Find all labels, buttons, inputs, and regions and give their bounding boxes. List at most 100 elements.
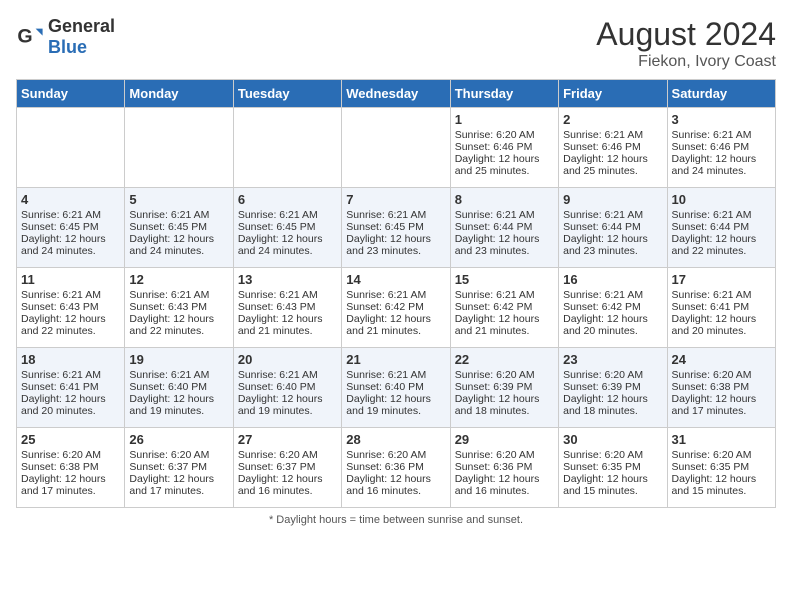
day-info-line: Sunset: 6:39 PM: [563, 381, 662, 393]
day-number: 24: [672, 352, 771, 367]
day-info-line: and 22 minutes.: [672, 245, 771, 257]
calendar-cell: 12Sunrise: 6:21 AMSunset: 6:43 PMDayligh…: [125, 268, 233, 348]
day-info-line: Daylight: 12 hours: [672, 473, 771, 485]
day-info-line: Sunset: 6:42 PM: [346, 301, 445, 313]
day-info-line: Sunrise: 6:21 AM: [672, 209, 771, 221]
day-number: 27: [238, 432, 337, 447]
day-info-line: Daylight: 12 hours: [21, 393, 120, 405]
logo: G General Blue: [16, 16, 115, 58]
day-number: 8: [455, 192, 554, 207]
day-info-line: and 18 minutes.: [455, 405, 554, 417]
day-info-line: Daylight: 12 hours: [346, 233, 445, 245]
calendar-cell: 5Sunrise: 6:21 AMSunset: 6:45 PMDaylight…: [125, 188, 233, 268]
day-info-line: Daylight: 12 hours: [21, 233, 120, 245]
calendar-cell: 21Sunrise: 6:21 AMSunset: 6:40 PMDayligh…: [342, 348, 450, 428]
day-info-line: Daylight: 12 hours: [563, 313, 662, 325]
calendar-cell: [233, 108, 341, 188]
calendar-table: SundayMondayTuesdayWednesdayThursdayFrid…: [16, 79, 776, 508]
calendar-cell: [17, 108, 125, 188]
calendar-cell: 3Sunrise: 6:21 AMSunset: 6:46 PMDaylight…: [667, 108, 775, 188]
day-info-line: and 19 minutes.: [346, 405, 445, 417]
day-info-line: Sunset: 6:38 PM: [672, 381, 771, 393]
day-info-line: Sunrise: 6:20 AM: [455, 369, 554, 381]
day-info-line: Sunrise: 6:21 AM: [672, 129, 771, 141]
day-info-line: Sunrise: 6:21 AM: [346, 289, 445, 301]
col-header-wednesday: Wednesday: [342, 80, 450, 108]
day-info-line: Sunset: 6:46 PM: [563, 141, 662, 153]
day-info-line: Daylight: 12 hours: [672, 153, 771, 165]
day-info-line: Daylight: 12 hours: [21, 473, 120, 485]
day-info-line: Sunrise: 6:21 AM: [21, 289, 120, 301]
day-info-line: Daylight: 12 hours: [455, 473, 554, 485]
day-number: 6: [238, 192, 337, 207]
day-info-line: Sunrise: 6:21 AM: [21, 209, 120, 221]
day-number: 21: [346, 352, 445, 367]
calendar-cell: 28Sunrise: 6:20 AMSunset: 6:36 PMDayligh…: [342, 428, 450, 508]
day-info-line: Daylight: 12 hours: [672, 233, 771, 245]
day-info-line: Sunrise: 6:20 AM: [346, 449, 445, 461]
day-info-line: Daylight: 12 hours: [238, 233, 337, 245]
day-number: 22: [455, 352, 554, 367]
day-info-line: Sunrise: 6:21 AM: [129, 369, 228, 381]
calendar-cell: 6 Sunrise: 6:21 AMSunset: 6:45 PMDaylight…: [233, 188, 341, 268]
day-info-line: Daylight: 12 hours: [21, 313, 120, 325]
day-number: 16: [563, 272, 662, 287]
day-info-line: and 19 minutes.: [129, 405, 228, 417]
day-number: 14: [346, 272, 445, 287]
day-info-line: Daylight: 12 hours: [346, 393, 445, 405]
col-header-thursday: Thursday: [450, 80, 558, 108]
day-info-line: and 23 minutes.: [346, 245, 445, 257]
day-info-line: and 23 minutes.: [455, 245, 554, 257]
day-info-line: Sunset: 6:45 PM: [346, 221, 445, 233]
day-number: 31: [672, 432, 771, 447]
logo-general-text: General: [48, 16, 115, 36]
day-info-line: and 15 minutes.: [672, 485, 771, 497]
day-info-line: Sunrise: 6:21 AM: [238, 369, 337, 381]
calendar-cell: 7Sunrise: 6:21 AMSunset: 6:45 PMDaylight…: [342, 188, 450, 268]
day-info-line: Sunset: 6:40 PM: [129, 381, 228, 393]
day-info-line: and 18 minutes.: [563, 405, 662, 417]
day-info-line: Sunset: 6:35 PM: [563, 461, 662, 473]
calendar-cell: [125, 108, 233, 188]
day-number: 17: [672, 272, 771, 287]
calendar-cell: 23Sunrise: 6:20 AMSunset: 6:39 PMDayligh…: [559, 348, 667, 428]
day-number: 29: [455, 432, 554, 447]
day-info-line: Daylight: 12 hours: [238, 393, 337, 405]
day-info-line: Sunset: 6:45 PM: [238, 221, 337, 233]
day-info-line: and 25 minutes.: [455, 165, 554, 177]
calendar-cell: 26Sunrise: 6:20 AMSunset: 6:37 PMDayligh…: [125, 428, 233, 508]
day-info-line: Sunrise: 6:21 AM: [563, 209, 662, 221]
calendar-cell: 2Sunrise: 6:21 AMSunset: 6:46 PMDaylight…: [559, 108, 667, 188]
day-info-line: Sunrise: 6:21 AM: [129, 209, 228, 221]
week-row-3: 11Sunrise: 6:21 AMSunset: 6:43 PMDayligh…: [17, 268, 776, 348]
day-info-line: Daylight: 12 hours: [563, 473, 662, 485]
calendar-cell: 1Sunrise: 6:20 AMSunset: 6:46 PMDaylight…: [450, 108, 558, 188]
week-row-1: 1Sunrise: 6:20 AMSunset: 6:46 PMDaylight…: [17, 108, 776, 188]
col-header-tuesday: Tuesday: [233, 80, 341, 108]
footer-note: * Daylight hours = time between sunrise …: [16, 514, 776, 526]
svg-text:G: G: [17, 26, 32, 48]
day-number: 25: [21, 432, 120, 447]
day-info-line: and 24 minutes.: [129, 245, 228, 257]
day-info-line: Sunrise: 6:20 AM: [238, 449, 337, 461]
day-info-line: Sunrise: 6:21 AM: [563, 129, 662, 141]
day-info-line: Sunset: 6:46 PM: [672, 141, 771, 153]
location: Fiekon, Ivory Coast: [596, 53, 776, 71]
day-info-line: Daylight: 12 hours: [129, 313, 228, 325]
day-info-line: Sunset: 6:45 PM: [129, 221, 228, 233]
day-info-line: Sunset: 6:40 PM: [346, 381, 445, 393]
calendar-cell: 24Sunrise: 6:20 AMSunset: 6:38 PMDayligh…: [667, 348, 775, 428]
day-info-line: Sunrise: 6:21 AM: [672, 289, 771, 301]
day-info-line: Daylight: 12 hours: [238, 313, 337, 325]
day-info-line: Sunset: 6:36 PM: [346, 461, 445, 473]
day-number: 4: [21, 192, 120, 207]
day-info-line: Daylight: 12 hours: [672, 393, 771, 405]
day-info-line: Sunset: 6:45 PM: [21, 221, 120, 233]
day-number: 1: [455, 112, 554, 127]
day-number: 13: [238, 272, 337, 287]
day-info-line: Daylight: 12 hours: [129, 473, 228, 485]
day-info-line: Sunrise: 6:20 AM: [21, 449, 120, 461]
day-number: 9: [563, 192, 662, 207]
day-info-line: Sunrise: 6:21 AM: [238, 209, 337, 221]
title-block: August 2024 Fiekon, Ivory Coast: [596, 16, 776, 71]
